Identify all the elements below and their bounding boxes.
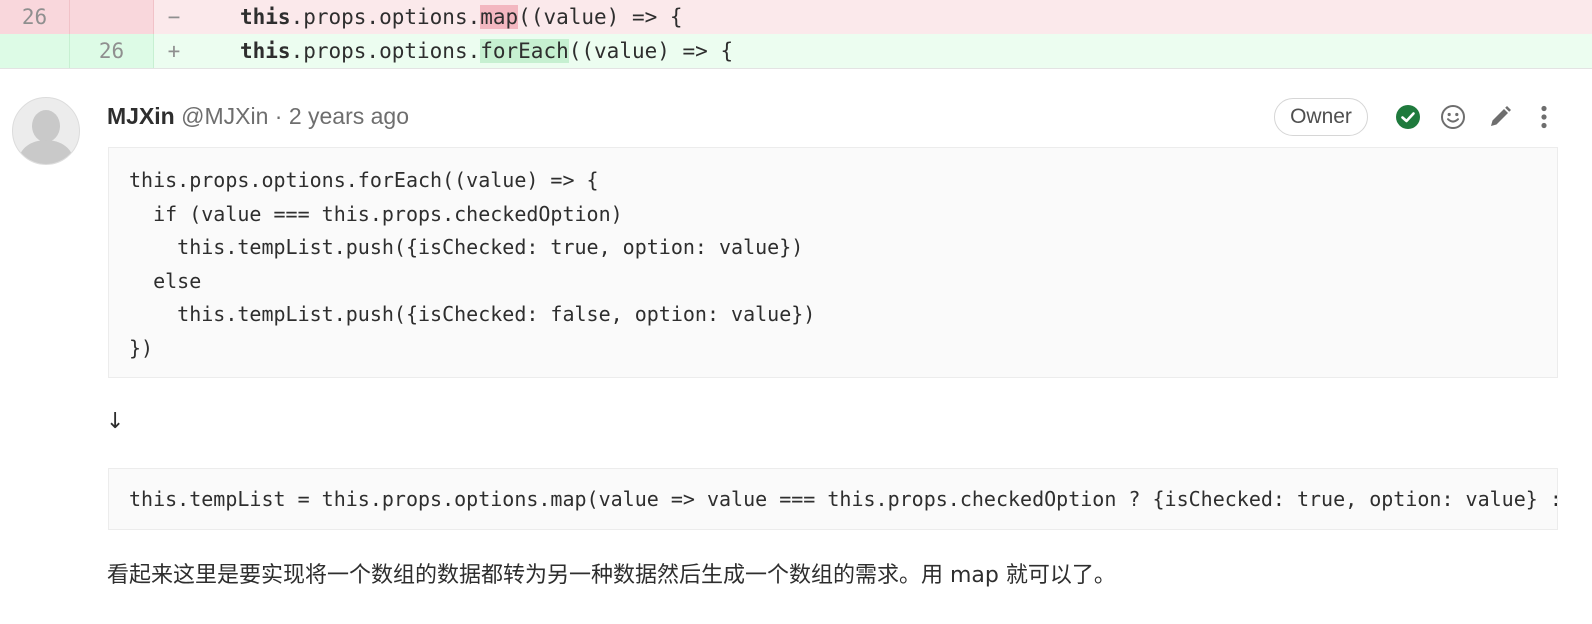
code-prefix: .props.options.: [290, 5, 481, 29]
add-reaction-button[interactable]: [1439, 103, 1467, 131]
code-suffix: ((value) => {: [568, 39, 734, 63]
removed-marker: −: [167, 5, 181, 29]
code-keyword: this: [240, 39, 291, 63]
added-marker: +: [167, 39, 181, 63]
new-line-number-empty: [70, 0, 154, 34]
diff-view: 26 − this.props.options.map((value) => {…: [0, 0, 1592, 69]
avatar-placeholder-body: [19, 140, 73, 164]
avatar-placeholder-head: [32, 110, 60, 142]
kebab-menu-icon: [1541, 105, 1547, 129]
author-name[interactable]: MJXin: [107, 103, 175, 129]
removed-code: this.props.options.map((value) => {: [194, 0, 683, 34]
code-block-suggested: this.tempList = this.props.options.map(v…: [108, 468, 1558, 530]
old-line-number-empty: [0, 34, 70, 68]
diff-line-removed: 26 − this.props.options.map((value) => {: [0, 0, 1592, 34]
note-timestamp[interactable]: 2 years ago: [289, 103, 409, 129]
header-separator: ·: [274, 103, 283, 129]
code-suffix: ((value) => {: [518, 5, 683, 29]
pencil-icon: [1491, 106, 1511, 126]
code-prefix: .props.options.: [290, 39, 481, 63]
comment-text: 看起来这里是要实现将一个数组的数据都转为另一种数据然后生成一个数组的需求。用 m…: [107, 563, 1116, 588]
owner-badge: Owner: [1274, 98, 1368, 136]
diff-line-added: 26 + this.props.options.forEach((value) …: [0, 34, 1592, 68]
check-circle-icon: [1396, 105, 1420, 129]
resolve-thread-button[interactable]: [1394, 103, 1422, 131]
code-keyword: this: [240, 5, 291, 29]
down-arrow-icon: ↓: [106, 409, 125, 434]
new-line-number[interactable]: 26: [70, 34, 154, 68]
code-block-original: this.props.options.forEach((value) => { …: [108, 147, 1558, 378]
old-line-number[interactable]: 26: [0, 0, 70, 34]
removed-highlight: map: [480, 5, 519, 29]
author-handle[interactable]: @MJXin: [181, 103, 268, 129]
smiley-icon: [1441, 105, 1465, 129]
edit-comment-button[interactable]: [1486, 103, 1514, 131]
more-actions-button[interactable]: [1530, 103, 1558, 131]
added-code: this.props.options.forEach((value) => {: [194, 34, 733, 68]
added-highlight: forEach: [480, 39, 569, 63]
note-header: MJXin @MJXin · 2 years ago: [107, 98, 409, 134]
avatar[interactable]: [12, 97, 80, 165]
